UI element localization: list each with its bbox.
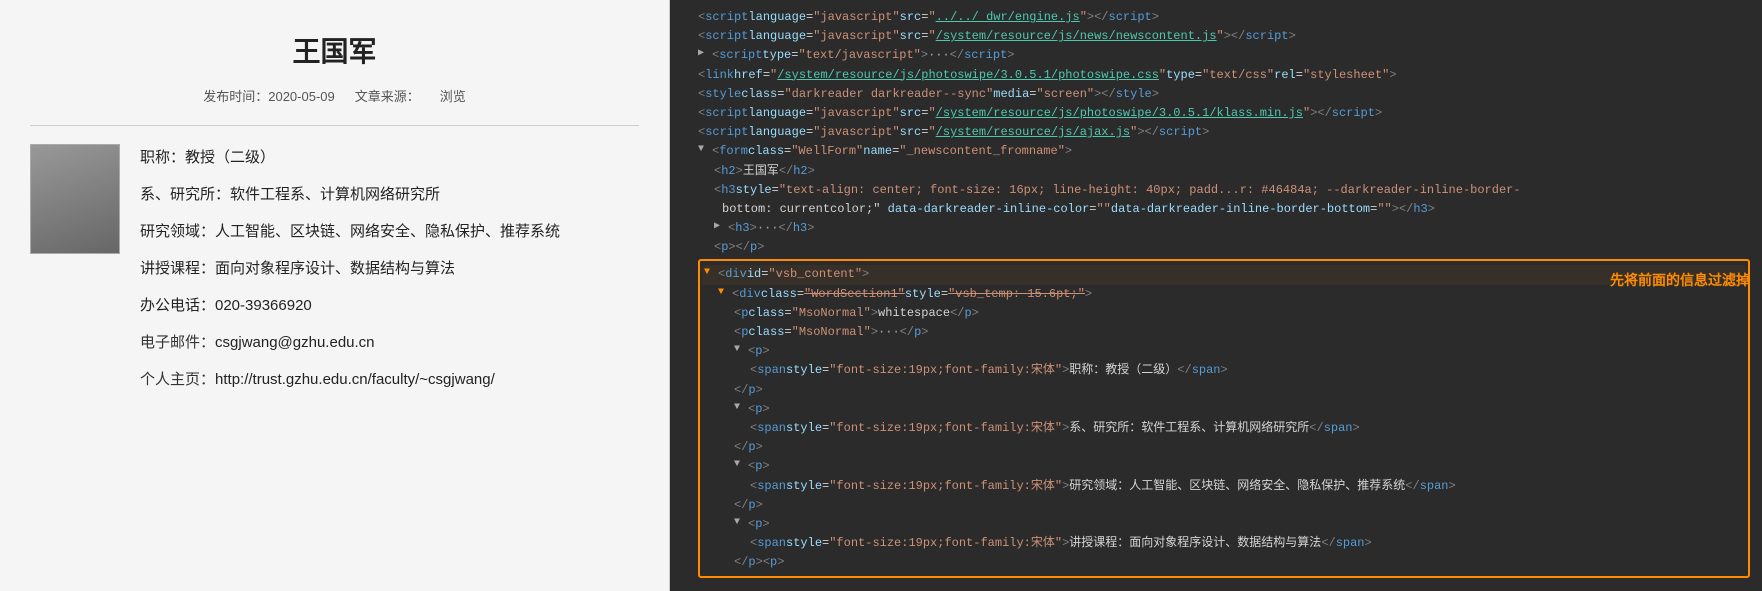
browser-info: 浏览 [440, 86, 466, 105]
code-line: <span style="font-size:19px;font-family:… [702, 361, 1746, 380]
code-line: <script language="javascript" src="/syst… [682, 27, 1750, 46]
orange-label: 先将前面的信息过滤掉 [1610, 269, 1750, 291]
code-line: </p> [702, 381, 1746, 400]
code-line: <span style="font-size:19px;font-family:… [702, 419, 1746, 438]
code-line: <p class="MsoNormal"> ··· </p> [702, 323, 1746, 342]
code-line: </p><p> [702, 553, 1746, 572]
department-value: 系、研究所：软件工程系、计算机网络研究所 [140, 181, 440, 208]
profile-info: 职称：教授（二级） 系、研究所：软件工程系、计算机网络研究所 研究领域：人工智能… [30, 144, 639, 393]
article-source: 文章来源： [355, 86, 420, 105]
code-line: <script language="javascript" src="../..… [682, 8, 1750, 27]
code-line: ▶<h3> ··· </h3> [682, 219, 1750, 238]
code-line: ▼<div id="vsb_content"> [702, 265, 1746, 284]
homepage-row: 个人主页： http://trust.gzhu.edu.cn/faculty/~… [140, 366, 639, 393]
code-line: <link href="/system/resource/js/photoswi… [682, 66, 1750, 85]
avatar-image [31, 144, 119, 254]
code-line: ▶<script type="text/javascript"> ··· </s… [682, 46, 1750, 65]
left-panel: 王国军 发布时间：2020-05-09 文章来源： 浏览 职称：教授（二级） 系… [0, 0, 670, 591]
research-row: 研究领域：人工智能、区块链、网络安全、隐私保护、推荐系统 [140, 218, 639, 245]
code-line: ▼<p> [702, 400, 1746, 419]
email-label: 电子邮件： [140, 329, 215, 356]
right-panel: <script language="javascript" src="../..… [670, 0, 1762, 591]
profile-name: 王国军 [292, 30, 376, 70]
email-link[interactable]: csgjwang@gzhu.edu.cn [215, 329, 375, 356]
courses-row: 讲授课程：面向对象程序设计、数据结构与算法 [140, 255, 639, 282]
code-line: ▼<p> [702, 457, 1746, 476]
code-line: <span style="font-size:19px;font-family:… [702, 534, 1746, 553]
code-line: <h2>王国军</h2> [682, 162, 1750, 181]
homepage-label: 个人主页： [140, 366, 215, 393]
profile-meta: 发布时间：2020-05-09 文章来源： 浏览 [203, 86, 466, 105]
profile-details: 职称：教授（二级） 系、研究所：软件工程系、计算机网络研究所 研究领域：人工智能… [140, 144, 639, 393]
title-value: 职称：教授（二级） [140, 144, 275, 171]
publish-date: 发布时间：2020-05-09 [203, 86, 335, 105]
code-line: <h3 style="text-align: center; font-size… [682, 181, 1750, 200]
code-line: bottom: currentcolor;" data-darkreader-i… [682, 200, 1750, 219]
code-line: </p> [702, 496, 1746, 515]
code-line: <span style="font-size:19px;font-family:… [702, 477, 1746, 496]
email-row: 电子邮件： csgjwang@gzhu.edu.cn [140, 329, 639, 356]
code-line: ▼<form class="WellForm" name="_newsconte… [682, 142, 1750, 161]
avatar [30, 144, 120, 254]
code-line: <style class="darkreader darkreader--syn… [682, 85, 1750, 104]
code-line: <p class="MsoNormal"> whitespace </p> [702, 304, 1746, 323]
phone-value: 办公电话：020-39366920 [140, 292, 312, 319]
department-row: 系、研究所：软件工程系、计算机网络研究所 [140, 181, 639, 208]
code-line: <p></p> [682, 238, 1750, 257]
code-line: ▼<p> [702, 515, 1746, 534]
code-line: ▼<div class="WordSection1" style="vsb_te… [702, 285, 1746, 304]
divider [30, 125, 639, 126]
title-row: 职称：教授（二级） [140, 144, 639, 171]
phone-row: 办公电话：020-39366920 [140, 292, 639, 319]
code-line: <script language="javascript" src="/syst… [682, 104, 1750, 123]
code-line: ▼<p> [702, 342, 1746, 361]
homepage-link[interactable]: http://trust.gzhu.edu.cn/faculty/~csgjwa… [215, 366, 495, 393]
orange-highlight-box: 先将前面的信息过滤掉 ▼<div id="vsb_content"> ▼<div… [698, 259, 1750, 578]
research-value: 研究领域：人工智能、区块链、网络安全、隐私保护、推荐系统 [140, 218, 560, 245]
code-line: </p> [702, 438, 1746, 457]
courses-value: 讲授课程：面向对象程序设计、数据结构与算法 [140, 255, 455, 282]
code-line: <script language="javascript" src="/syst… [682, 123, 1750, 142]
